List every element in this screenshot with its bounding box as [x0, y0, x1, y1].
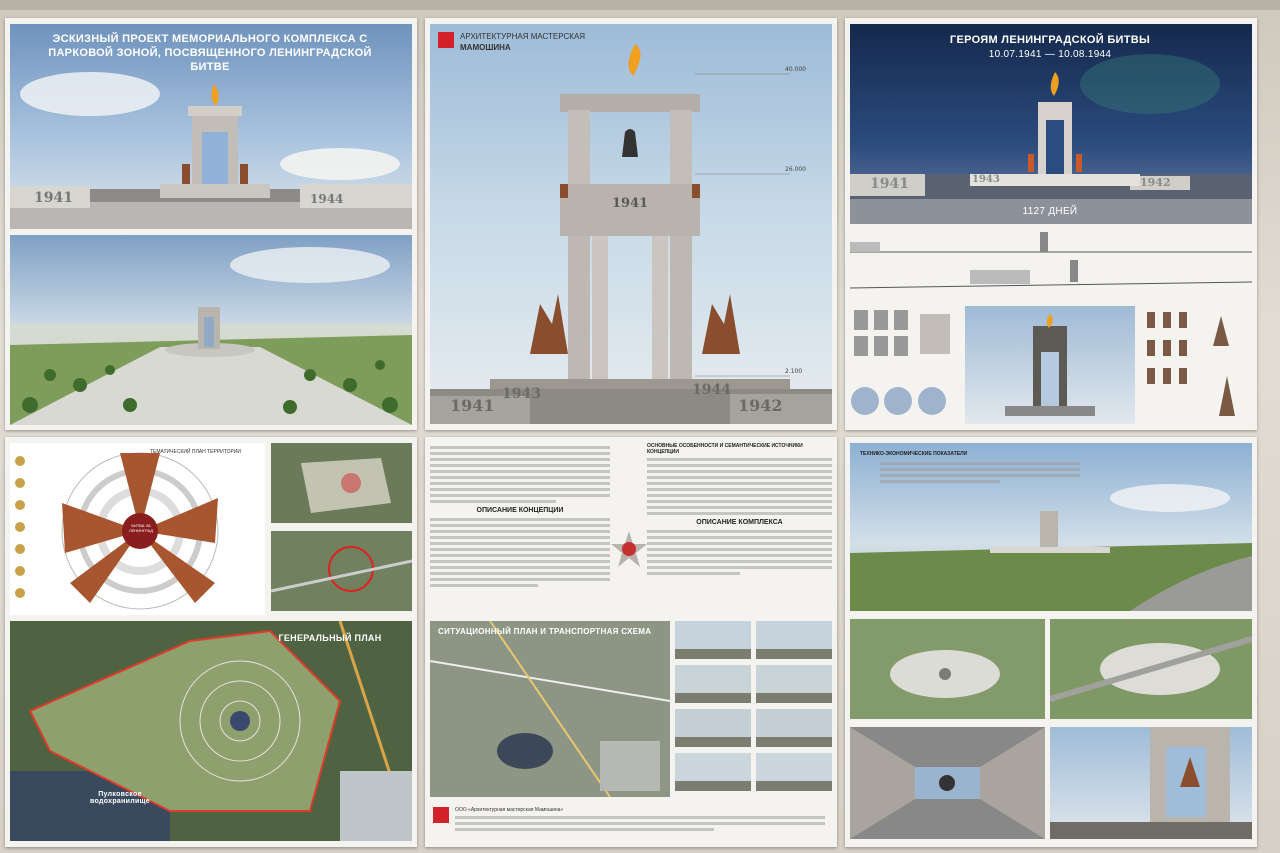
render-panorama: ТЕХНИКО-ЭКОНОМИЧЕСКИЕ ПОКАЗАТЕЛИ: [850, 443, 1252, 611]
satellite-thumb-1: [271, 443, 412, 523]
satellite-thumb-2: [271, 531, 412, 611]
height-mark-2: 2.100: [785, 368, 803, 375]
panel-top-left: ЭСКИЗНЫЙ ПРОЕКТ МЕМОРИАЛЬНОГО КОМПЛЕКСА …: [5, 18, 417, 430]
text-column-right: ОСНОВНЫЕ ОСОБЕННОСТИ И СЕМАНТИЧЕСКИЕ ИСТ…: [647, 443, 832, 623]
view-thumbnails: [675, 621, 832, 797]
panel-bottom-center: ОПИСАНИЕ КОНЦЕПЦИИ ОСНОВНЫЕ ОСОБЕННОСТИ …: [425, 437, 837, 847]
panel-bottom-left: ТЕМАТИЧЕСКИЙ ПЛАН ТЕРРИТОРИИ БИТВА ЗА ЛЕ…: [5, 437, 417, 847]
studio-name-line1: АРХИТЕКТУРНАЯ МАСТЕРСКАЯ: [460, 32, 586, 41]
plinth-year-4: 1942: [738, 396, 783, 415]
order-emblem: [611, 531, 647, 567]
tech-indicators-lines: [880, 459, 1080, 486]
footer-logo: [433, 807, 449, 823]
render-park-aerial: [10, 235, 412, 425]
panel-top-right: ГЕРОЯМ ЛЕНИНГРАДСКОЙ БИТВЫ 10.07.1941 — …: [845, 18, 1257, 430]
render-arch-closeup: [1050, 727, 1252, 839]
battle-dates: 10.07.1941 — 10.08.1944: [988, 49, 1112, 60]
render-memorial-front: ЭСКИЗНЫЙ ПРОЕКТ МЕМОРИАЛЬНОГО КОМПЛЕКСА …: [10, 24, 412, 229]
panel-bottom-right: ТЕХНИКО-ЭКОНОМИЧЕСКИЕ ПОКАЗАТЕЛИ: [845, 437, 1257, 847]
plinth-year-2: 1943: [502, 386, 541, 402]
studio-name-line2: МАМОШИНА: [460, 43, 511, 52]
section-concept: ОПИСАНИЕ КОНЦЕПЦИИ: [476, 507, 564, 514]
height-mark-40: 40.000: [785, 66, 806, 73]
render-arch-front: АРХИТЕКТУРНАЯ МАСТЕРСКАЯ МАМОШИНА 1941 1…: [430, 24, 832, 424]
tech-indicators-heading: ТЕХНИКО-ЭКОНОМИЧЕСКИЕ ПОКАЗАТЕЛИ: [860, 451, 968, 457]
general-plan-map: ГЕНЕРАЛЬНЫЙ ПЛАН Пулковское водохранилищ…: [10, 621, 412, 841]
elevation-drawings: [850, 232, 1252, 289]
section-complex: ОПИСАНИЕ КОМПЛЕКСА: [696, 519, 783, 526]
height-mark-26: 26.000: [785, 166, 806, 173]
authors-lines: [455, 813, 825, 834]
reservoir-label: Пулковское водохранилище: [90, 791, 150, 805]
section-features: ОСНОВНЫЕ ОСОБЕННОСТИ И СЕМАНТИЧЕСКИЕ ИСТ…: [647, 443, 803, 455]
panel-title-heroes: ГЕРОЯМ ЛЕНИНГРАДСКОЙ БИТВЫ: [949, 34, 1151, 46]
plinth-year-1: 1941: [450, 396, 495, 415]
render-aerial-1: [850, 619, 1045, 719]
render-arch-side: [965, 306, 1135, 424]
year-1942-night: 1942: [1140, 176, 1171, 189]
wall-top-rail: [0, 0, 1280, 10]
circle-center-label: БИТВА ЗА ЛЕНИНГРАД: [128, 523, 154, 533]
studio-logo: [438, 32, 454, 48]
plinth-year-3: 1944: [692, 382, 731, 398]
year-1941-label: 1941: [34, 190, 73, 206]
days-count: 1127 ДНЕЙ: [1022, 206, 1078, 217]
situation-plan-title: СИТУАЦИОННЫЙ ПЛАН И ТРАНСПОРТНАЯ СХЕМА: [438, 627, 652, 636]
facade-variants: [850, 306, 960, 424]
year-1941-night: 1941: [870, 176, 909, 192]
situation-map: СИТУАЦИОННЫЙ ПЛАН И ТРАНСПОРТНАЯ СХЕМА: [430, 621, 670, 797]
thematic-plan-label: ТЕМАТИЧЕСКИЙ ПЛАН ТЕРРИТОРИИ: [150, 449, 242, 455]
text-column-left: ОПИСАНИЕ КОНЦЕПЦИИ: [430, 443, 610, 623]
panel-title: ЭСКИЗНЫЙ ПРОЕКТ МЕМОРИАЛЬНОГО КОМПЛЕКСА …: [48, 33, 372, 73]
panel-top-center: АРХИТЕКТУРНАЯ МАСТЕРСКАЯ МАМОШИНА 1941 1…: [425, 18, 837, 430]
arch-year-label: 1941: [612, 196, 649, 211]
render-aerial-2: [1050, 619, 1252, 719]
year-1943-night: 1943: [972, 174, 1000, 185]
render-night-memorial: ГЕРОЯМ ЛЕНИНГРАДСКОЙ БИТВЫ 10.07.1941 — …: [850, 24, 1252, 224]
general-plan-title: ГЕНЕРАЛЬНЫЙ ПЛАН: [278, 633, 382, 643]
sculpture-studies: [1141, 306, 1253, 424]
thematic-plan: ТЕМАТИЧЕСКИЙ ПЛАН ТЕРРИТОРИИ БИТВА ЗА ЛЕ…: [10, 443, 265, 615]
render-arch-underside: [850, 727, 1045, 839]
year-1944-label: 1944: [310, 192, 344, 206]
